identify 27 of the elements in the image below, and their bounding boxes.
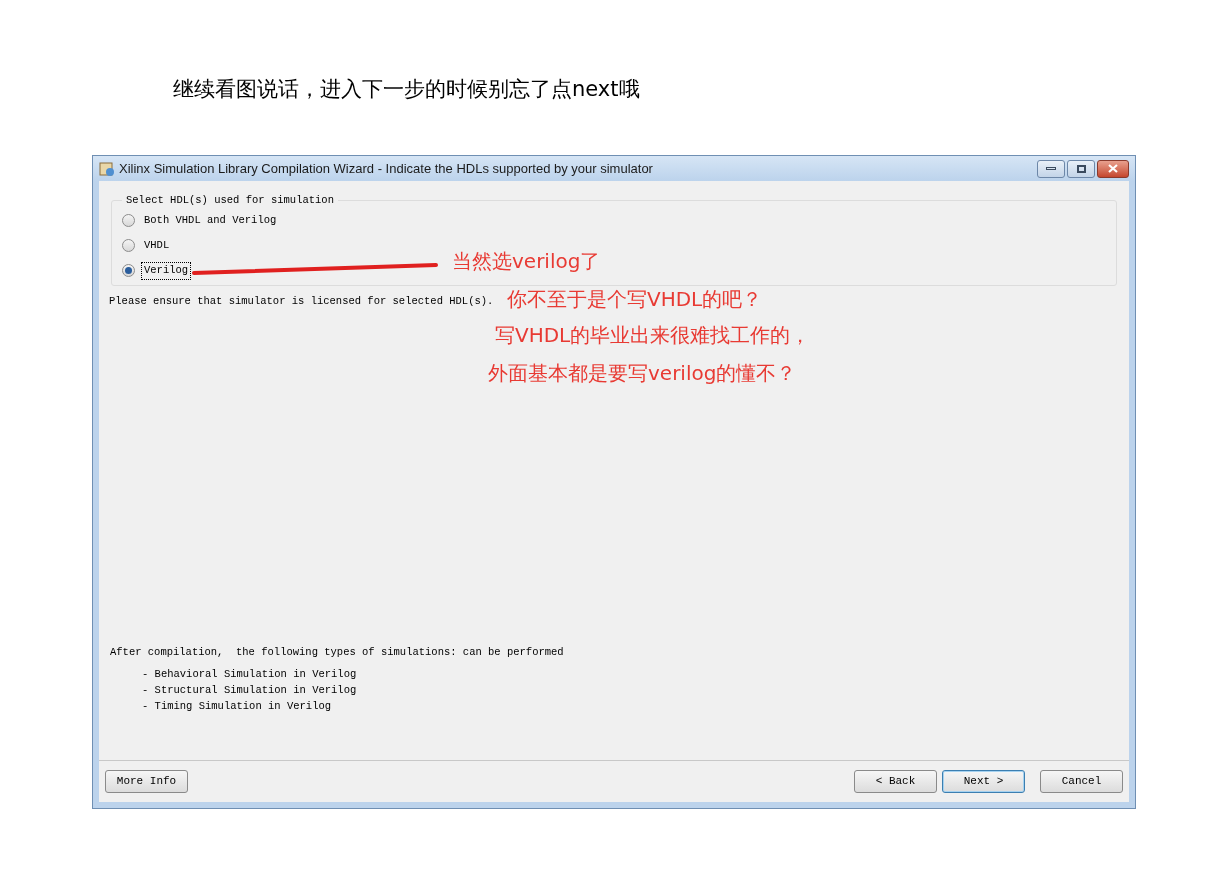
- radio-button[interactable]: [122, 239, 135, 253]
- group-legend: Select HDL(s) used for simulation: [122, 193, 338, 209]
- summary-intro: After compilation, the following types of simulations: can be performed: [110, 645, 565, 661]
- maximize-button[interactable]: [1067, 159, 1095, 178]
- annotation-text: 写VHDL的毕业出来很难找工作的，: [495, 322, 811, 349]
- radio-button[interactable]: [122, 264, 135, 278]
- minimize-button[interactable]: [1037, 159, 1065, 178]
- page-caption: 继续看图说话，进入下一步的时候别忘了点next哦: [173, 77, 640, 101]
- simulation-type: - Behavioral Simulation in Verilog: [142, 667, 358, 682]
- cancel-button[interactable]: Cancel: [1040, 770, 1123, 793]
- radio-label: VHDL: [143, 237, 171, 253]
- back-button[interactable]: < Back: [854, 770, 937, 793]
- simulation-type: - Structural Simulation in Verilog: [142, 683, 358, 698]
- window-title: Xilinx Simulation Library Compilation Wizard - Indicate the HDLs supported by your simulator: [119, 159, 653, 178]
- annotation-text: 当然选verilog了: [452, 248, 601, 275]
- radio-label: Both VHDL and Verilog: [143, 212, 278, 228]
- annotation-text: 你不至于是个写VHDL的吧？: [507, 286, 763, 313]
- annotation-text: 外面基本都是要写verilog的懂不？: [488, 360, 797, 387]
- more-info-button[interactable]: More Info: [105, 770, 188, 793]
- radio-label: Verilog: [141, 261, 192, 280]
- close-button[interactable]: [1097, 159, 1129, 178]
- app-icon: [99, 160, 115, 177]
- license-note: Please ensure that simulator is licensed for selected HDL(s).: [109, 293, 494, 309]
- simulation-type: - Timing Simulation in Verilog: [142, 699, 333, 714]
- close-icon: [1108, 164, 1118, 173]
- radio-button[interactable]: [122, 214, 135, 228]
- next-button[interactable]: Next >: [942, 770, 1025, 793]
